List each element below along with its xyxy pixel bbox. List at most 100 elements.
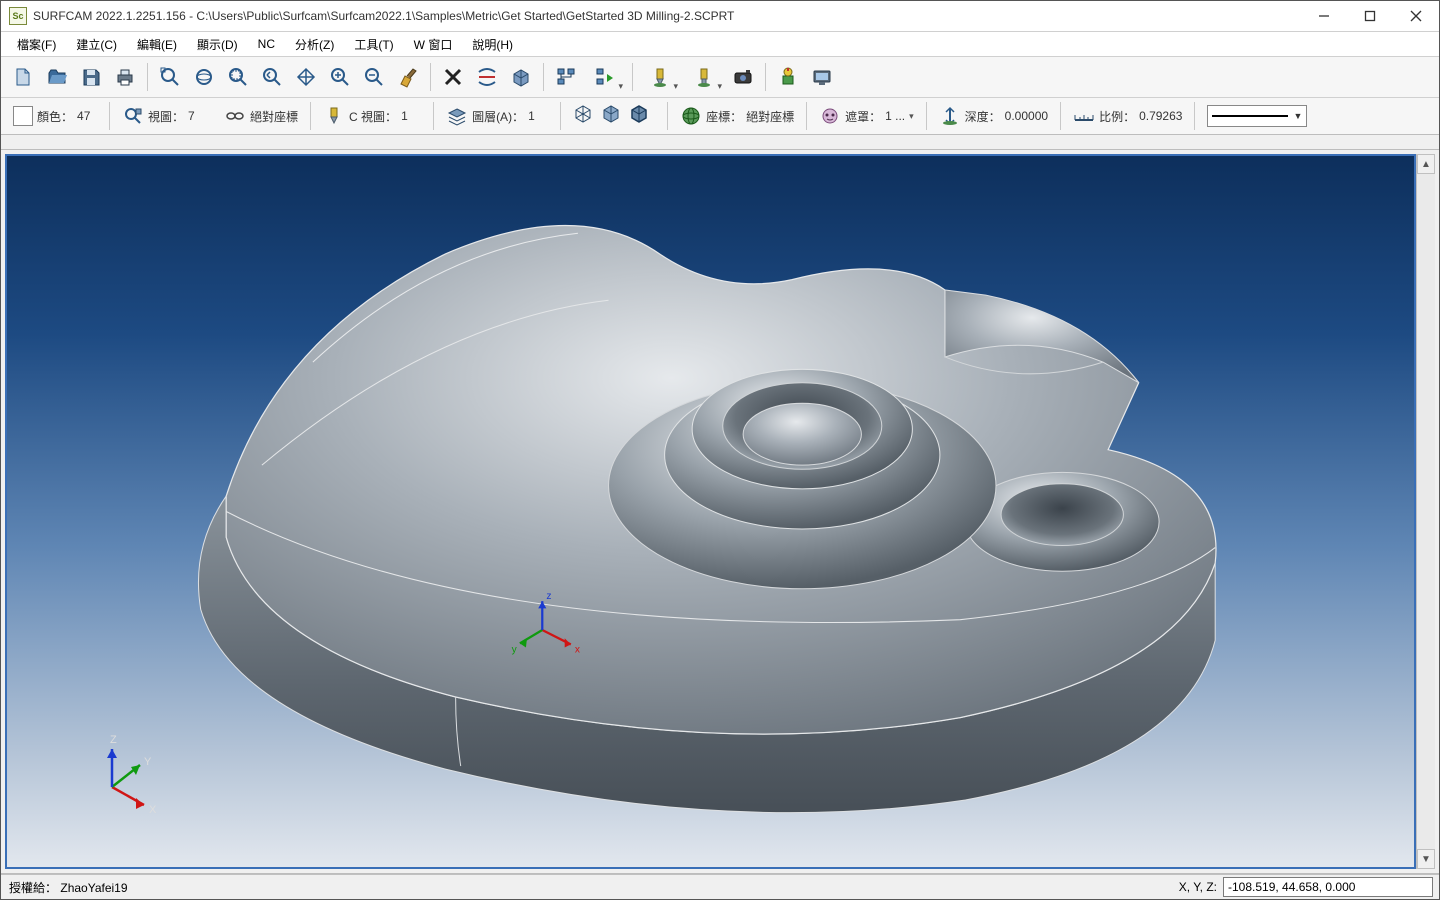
cview-label: C 視圖： (349, 108, 397, 125)
menu-file[interactable]: 檔案(F) (7, 34, 66, 55)
window-title: SURFCAM 2022.1.2251.156 - C:\Users\Publi… (33, 9, 1301, 23)
toolbar-separator (543, 63, 544, 91)
menu-create[interactable]: 建立(C) (66, 34, 127, 55)
titlebar: Sc SURFCAM 2022.1.2251.156 - C:\Users\Pu… (1, 1, 1439, 32)
tool-small-icon (323, 105, 345, 127)
tool-1-button[interactable] (639, 61, 681, 93)
zoom-out-icon (363, 66, 385, 88)
license-label: 授權給： (9, 881, 57, 895)
wire-cube-icon (573, 103, 593, 123)
delete-icon (442, 66, 464, 88)
post-icon (777, 66, 799, 88)
delete-button[interactable] (437, 61, 469, 93)
color-value: 47 (77, 109, 97, 123)
scrollbar-vertical[interactable]: ▲ ▼ (1416, 154, 1435, 869)
color-label: 顏色： (37, 108, 73, 125)
toolbar-separator (806, 102, 807, 130)
license-value: ZhaoYafei19 (60, 881, 127, 895)
linestyle-dropdown[interactable]: ▼ (1207, 105, 1307, 127)
verify-button[interactable] (727, 61, 759, 93)
mask-icon (819, 105, 841, 127)
mask-group[interactable]: 遮罩： 1 ... ▾ (813, 105, 920, 127)
linestyle-group[interactable]: ▼ (1201, 105, 1313, 127)
solid-edge-cube-icon (629, 103, 649, 123)
editnc-button[interactable] (806, 61, 838, 93)
tool-2-button[interactable] (683, 61, 725, 93)
nc-edit-button[interactable] (584, 61, 626, 93)
display-mode-group (567, 103, 661, 129)
color-group[interactable]: 顏色： 47 (7, 106, 103, 126)
view-group[interactable]: 視圖： 7 (116, 105, 214, 127)
menu-analyze[interactable]: 分析(Z) (285, 34, 344, 55)
toolbar-main (1, 57, 1439, 98)
menu-nc[interactable]: NC (248, 35, 285, 53)
mask-value: 1 ... (885, 109, 905, 123)
document-icon (12, 66, 34, 88)
statusbar: 授權給： ZhaoYafei19 X, Y, Z: -108.519, 44.6… (1, 874, 1439, 899)
zoom-prev-button[interactable] (256, 61, 288, 93)
save-button[interactable] (75, 61, 107, 93)
new-button[interactable] (7, 61, 39, 93)
zoom-window-button[interactable] (222, 61, 254, 93)
zoom-out-button[interactable] (358, 61, 390, 93)
tree-play-icon (594, 66, 616, 88)
cview-value: 1 (401, 109, 421, 123)
color-swatch[interactable] (13, 106, 33, 126)
nc-manager-button[interactable] (550, 61, 582, 93)
wireframe-button[interactable] (573, 103, 599, 129)
toolbar-separator (765, 63, 766, 91)
camera-icon (732, 66, 754, 88)
toolbar-separator (433, 102, 434, 130)
maximize-icon (1364, 10, 1376, 22)
coord-mode-group[interactable]: 絕對座標 (218, 105, 304, 127)
scroll-track[interactable] (1417, 174, 1435, 849)
toolbar-separator (926, 102, 927, 130)
toolbar-separator (667, 102, 668, 130)
shaded-button[interactable] (601, 103, 627, 129)
menu-edit[interactable]: 編輯(E) (127, 34, 187, 55)
viewport-3d[interactable]: x y z X Y Z (5, 154, 1416, 869)
menu-display[interactable]: 顯示(D) (187, 34, 248, 55)
toolbar-separator (1194, 102, 1195, 130)
redraw-button[interactable] (392, 61, 424, 93)
coord-group[interactable]: 座標： 絕對座標 (674, 105, 800, 127)
menubar: 檔案(F) 建立(C) 編輯(E) 顯示(D) NC 分析(Z) 工具(T) W… (1, 32, 1439, 57)
menu-window[interactable]: W 窗口 (404, 34, 463, 55)
svg-text:z: z (546, 591, 551, 602)
chevron-down-icon[interactable]: ▾ (909, 111, 914, 122)
open-button[interactable] (41, 61, 73, 93)
brush-icon (397, 66, 419, 88)
depth-value: 0.00000 (1005, 109, 1048, 123)
shaded-edges-button[interactable] (629, 103, 655, 129)
menu-tools[interactable]: 工具(T) (344, 34, 403, 55)
toolbar-separator (560, 102, 561, 130)
zoom-rotate-button[interactable] (188, 61, 220, 93)
scale-group[interactable]: 比例： 0.79263 (1067, 105, 1188, 127)
close-icon (1410, 10, 1422, 22)
layer-group[interactable]: 圖層(A)： 1 (440, 105, 554, 127)
tree-icon (555, 66, 577, 88)
post-button[interactable] (772, 61, 804, 93)
minimize-button[interactable] (1301, 1, 1347, 31)
scroll-up-button[interactable]: ▲ (1417, 154, 1435, 174)
maximize-button[interactable] (1347, 1, 1393, 31)
cview-group[interactable]: C 視圖： 1 (317, 105, 427, 127)
zoom-fit-button[interactable] (154, 61, 186, 93)
menu-help[interactable]: 說明(H) (462, 34, 523, 55)
toolbar-separator (1060, 102, 1061, 130)
svg-text:Y: Y (144, 756, 152, 768)
depth-group[interactable]: 深度： 0.00000 (933, 105, 1054, 127)
solid-cube-icon (601, 103, 621, 123)
shade-toggle-button[interactable] (505, 61, 537, 93)
zoom-in-button[interactable] (324, 61, 356, 93)
scroll-down-button[interactable]: ▼ (1417, 849, 1435, 869)
folder-open-icon (46, 66, 68, 88)
print-button[interactable] (109, 61, 141, 93)
close-button[interactable] (1393, 1, 1439, 31)
svg-text:X: X (149, 804, 157, 816)
link-icon (224, 105, 246, 127)
magnifier-cube-icon (122, 105, 144, 127)
trim-button[interactable] (471, 61, 503, 93)
orbit-icon (193, 66, 215, 88)
pan-button[interactable] (290, 61, 322, 93)
